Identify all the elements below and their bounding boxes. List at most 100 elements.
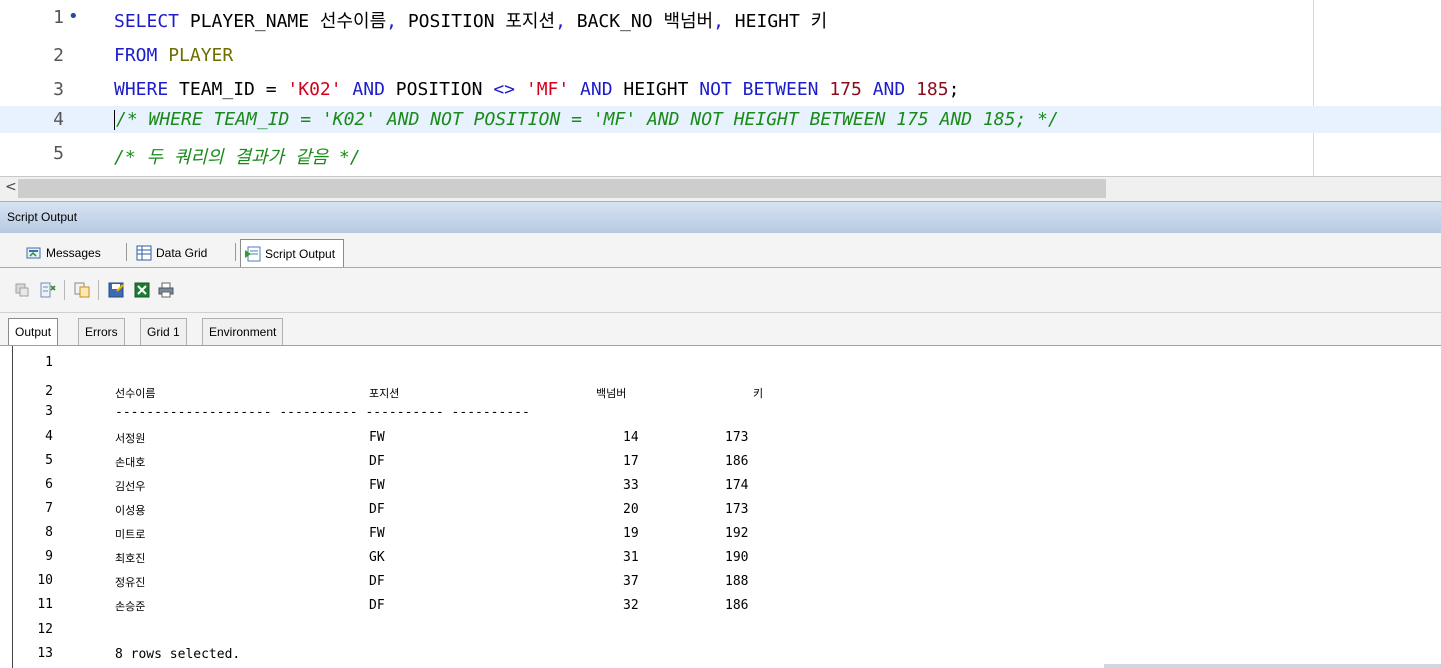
cell-name: 미트로 <box>115 528 146 541</box>
bottom-scroll-edge <box>1104 664 1441 668</box>
cell-height: 174 <box>725 478 749 493</box>
cell-back-no: 19 <box>623 526 639 541</box>
pin-icon[interactable] <box>14 282 30 298</box>
code-line-3[interactable]: 3 WHERE TEAM_ID = 'K02' AND POSITION <> … <box>0 76 1441 103</box>
script-output-area[interactable]: 1 2 선수이름 포지션 백넘버 키 3 -------------------… <box>12 346 1441 668</box>
line-number: 5 <box>53 143 64 164</box>
cell-height: 173 <box>725 502 749 517</box>
output-line-12: 12 <box>13 617 1441 641</box>
output-line-number: 11 <box>37 597 53 612</box>
cell-back-no: 20 <box>623 502 639 517</box>
cell-name: 최호진 <box>115 552 146 565</box>
cell-height: 186 <box>725 454 749 469</box>
tab-script-output[interactable]: Script Output <box>240 239 345 267</box>
output-line-number: 13 <box>37 646 53 661</box>
code-text: WHERE TEAM_ID = 'K02' AND POSITION <> 'M… <box>114 79 960 100</box>
tab-messages[interactable]: Messages <box>22 239 101 266</box>
sql-editor[interactable]: 1 • SELECT PLAYER_NAME 선수이름, POSITION 포지… <box>0 0 1441 177</box>
code-text: /* 두 쿼리의 결과가 같음 */ <box>114 147 361 168</box>
cell-position: FW <box>369 430 385 445</box>
scroll-left-arrow-icon[interactable]: < <box>5 179 17 195</box>
cell-back-no: 33 <box>623 478 639 493</box>
output-line-13: 13 8 rows selected. <box>13 641 1441 665</box>
cell-position: DF <box>369 454 385 469</box>
tab-output[interactable]: Output <box>8 318 59 345</box>
tab-data-grid-label: Data Grid <box>156 245 208 260</box>
text-caret <box>114 110 115 130</box>
line-number: 4 <box>53 109 64 130</box>
script-output-icon <box>245 246 261 262</box>
header-separator: -------------------- ---------- --------… <box>115 405 530 420</box>
cell-height: 190 <box>725 550 749 565</box>
line-number: 1 <box>53 7 64 28</box>
line-number: 2 <box>53 45 64 66</box>
code-text: SELECT PLAYER_NAME 선수이름, POSITION 포지션, B… <box>114 11 828 32</box>
copy-icon[interactable] <box>74 282 90 298</box>
code-text: /* WHERE TEAM_ID = 'K02' AND NOT POSITIO… <box>114 109 1059 130</box>
tab-separator <box>126 243 127 261</box>
cell-height: 173 <box>725 430 749 445</box>
output-line-number: 12 <box>37 622 53 637</box>
tab-grid-1[interactable]: Grid 1 <box>140 318 187 345</box>
cell-height: 192 <box>725 526 749 541</box>
output-line-number: 10 <box>37 573 53 588</box>
cell-back-no: 31 <box>623 550 639 565</box>
table-row: 6 김선우 FW 33 174 <box>13 472 1441 496</box>
tab-errors[interactable]: Errors <box>78 318 125 345</box>
clear-icon[interactable] <box>40 282 56 298</box>
messages-icon <box>26 245 42 261</box>
data-grid-icon <box>136 245 152 261</box>
cell-name: 김선우 <box>115 480 146 493</box>
editor-horizontal-scrollbar[interactable]: < <box>0 176 1441 201</box>
line-number: 3 <box>53 79 64 100</box>
scrollbar-thumb[interactable] <box>18 179 1106 198</box>
cell-position: DF <box>369 598 385 613</box>
table-row: 8 미트로 FW 19 192 <box>13 520 1441 544</box>
table-row: 11 손승준 DF 32 186 <box>13 592 1441 616</box>
cell-name: 손대호 <box>115 456 146 469</box>
tab-data-grid[interactable]: Data Grid <box>132 239 207 266</box>
panel-title: Script Output <box>7 210 78 224</box>
toolbar-separator <box>64 280 65 300</box>
table-row: 4 서정원 FW 14 173 <box>13 424 1441 448</box>
code-line-4[interactable]: 4 /* WHERE TEAM_ID = 'K02' AND NOT POSIT… <box>0 106 1441 133</box>
output-toolbar <box>0 268 1441 313</box>
result-tab-strip: Messages Data Grid Script Output <box>0 233 1441 268</box>
code-line-5[interactable]: 5 /* 두 쿼리의 결과가 같음 */ <box>0 140 1441 168</box>
output-sub-tabs: Output Errors Grid 1 Environment <box>0 313 1441 346</box>
print-icon[interactable] <box>158 282 174 298</box>
tab-script-output-label: Script Output <box>265 246 336 261</box>
cell-position: DF <box>369 502 385 517</box>
output-line-number: 8 <box>45 525 53 540</box>
cell-back-no: 14 <box>623 430 639 445</box>
toolbar-separator <box>98 280 99 300</box>
tab-messages-label: Messages <box>46 245 101 260</box>
output-line-number: 2 <box>45 384 53 399</box>
output-line-number: 6 <box>45 477 53 492</box>
save-icon[interactable] <box>108 282 124 298</box>
output-line-number: 3 <box>45 404 53 419</box>
cell-height: 188 <box>725 574 749 589</box>
output-line-1: 1 <box>13 350 1441 374</box>
output-line-3: 3 -------------------- ---------- ------… <box>13 399 1441 423</box>
table-row: 5 손대호 DF 17 186 <box>13 448 1441 472</box>
cell-name: 이성용 <box>115 504 146 517</box>
table-row: 10 정유진 DF 37 188 <box>13 568 1441 592</box>
output-line-number: 9 <box>45 549 53 564</box>
rows-selected-message: 8 rows selected. <box>115 647 241 662</box>
cell-position: DF <box>369 574 385 589</box>
table-row: 7 이성용 DF 20 173 <box>13 496 1441 520</box>
cell-name: 서정원 <box>115 432 146 445</box>
cell-position: FW <box>369 526 385 541</box>
cell-height: 186 <box>725 598 749 613</box>
cell-back-no: 32 <box>623 598 639 613</box>
current-statement-marker-icon: • <box>68 6 79 27</box>
cell-name: 손승준 <box>115 600 146 613</box>
cell-back-no: 37 <box>623 574 639 589</box>
excel-icon[interactable] <box>134 282 150 298</box>
code-line-2[interactable]: 2 FROM PLAYER <box>0 42 1441 69</box>
code-line-1[interactable]: 1 • SELECT PLAYER_NAME 선수이름, POSITION 포지… <box>0 4 1441 32</box>
output-line-number: 4 <box>45 429 53 444</box>
tab-environment[interactable]: Environment <box>202 318 284 345</box>
cell-position: FW <box>369 478 385 493</box>
